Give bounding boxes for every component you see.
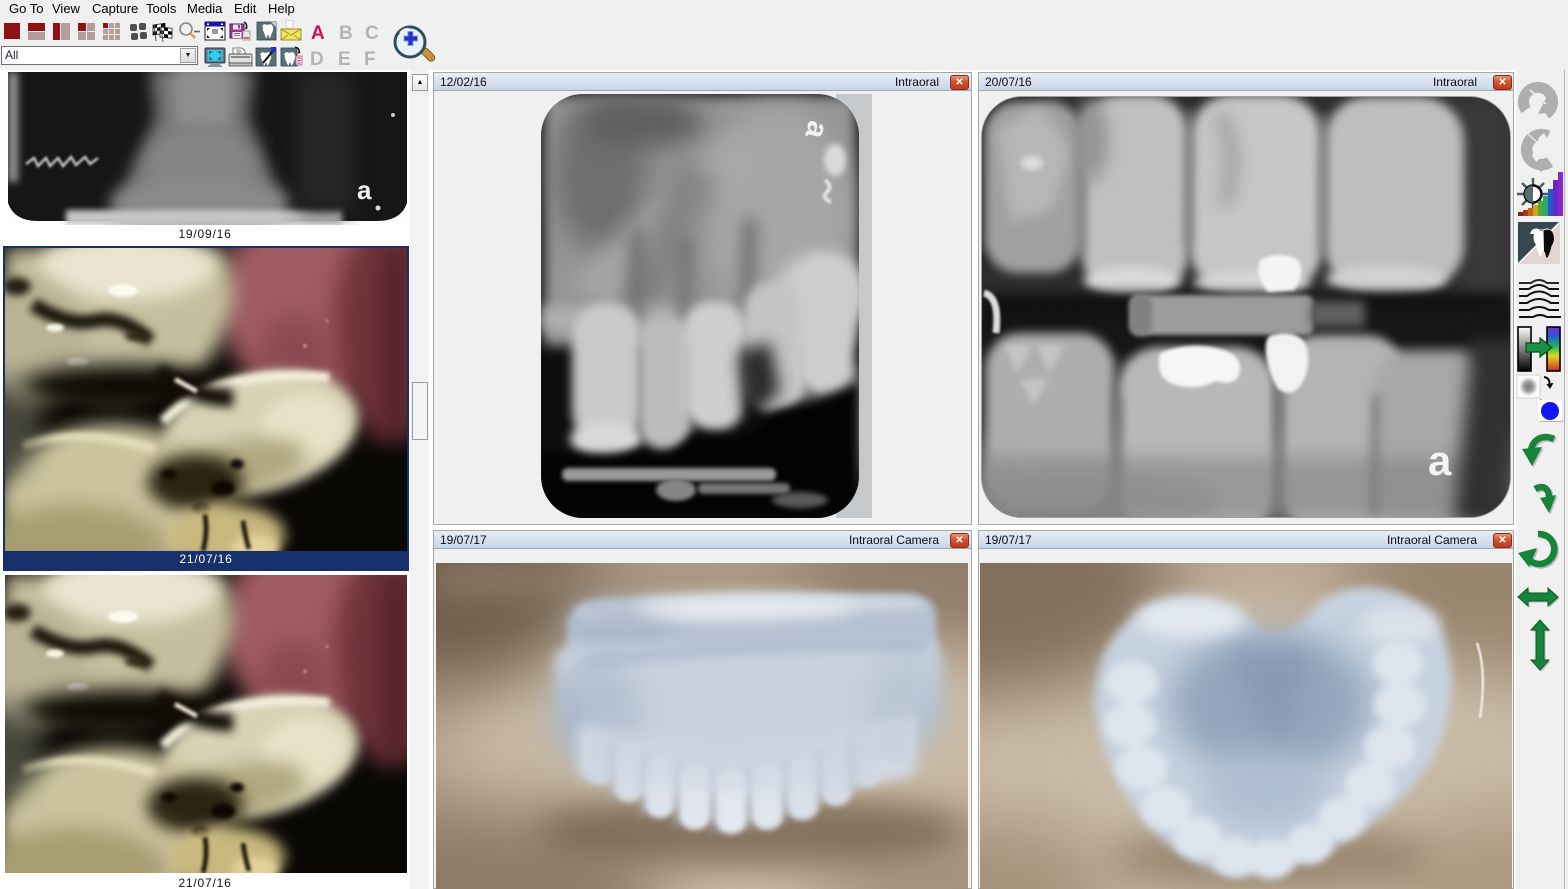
svg-text:D: D [310, 49, 324, 70]
svg-text:a: a [1428, 437, 1452, 484]
svg-text:a: a [357, 175, 372, 205]
svg-text:B: B [339, 23, 353, 44]
svg-text:C: C [365, 23, 379, 44]
svg-text:E: E [338, 49, 351, 70]
svg-text:F: F [364, 49, 376, 70]
svg-text:A: A [311, 23, 325, 44]
